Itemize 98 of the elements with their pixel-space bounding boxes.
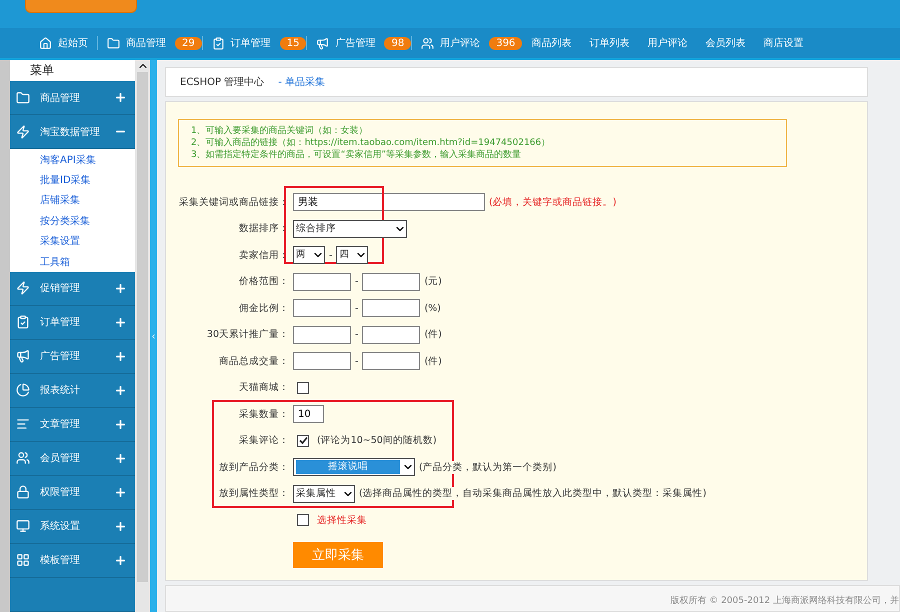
field-hint: (产品分类，默认为第一个类别)	[419, 460, 556, 474]
field-label: 30天累计推广量：	[206, 328, 289, 342]
menu-icon	[16, 281, 30, 296]
menu-item[interactable]: 权限管理	[10, 476, 135, 510]
range-min-field[interactable]	[293, 326, 351, 344]
menu-icon	[16, 485, 30, 500]
nav-link[interactable]: 商品管理	[98, 36, 175, 50]
field-hint: (选择商品属性的类型，自动采集商品属性放入此类型中，默认类型：采集属性)	[359, 487, 706, 500]
nav-link[interactable]: 广告管理	[307, 36, 384, 50]
submenu-link[interactable]: 店铺采集	[10, 190, 135, 211]
menu-item[interactable]: 广告管理	[10, 340, 135, 374]
field-label: 天猫商城：	[238, 381, 289, 394]
field-hint: (必填，关键字或商品链接。)	[489, 196, 616, 209]
field-label: 采集数量：	[238, 408, 289, 421]
menu-item[interactable]: 促销管理	[10, 272, 135, 306]
menu-item[interactable]: 报表统计	[10, 374, 135, 408]
field-label: 采集关键词或商品链接：	[178, 196, 289, 209]
menu-item[interactable]: 文章管理	[10, 408, 135, 442]
range-max-field[interactable]	[362, 352, 420, 370]
field-hint: (评论为10~50间的随机数)	[317, 434, 437, 448]
count-badge: 15	[280, 36, 306, 50]
field-label: 卖家信用：	[238, 248, 289, 262]
menu-item[interactable]: 淘宝数据管理	[10, 115, 135, 150]
copyright-text: 版权所有 © 2005-2012 上海商派网络科技有限公司，并	[670, 594, 899, 607]
checkbox[interactable]	[297, 382, 309, 394]
range-min-field[interactable]	[293, 352, 351, 370]
range-max-field[interactable]	[362, 272, 420, 291]
dropdown[interactable]: 四	[336, 246, 368, 264]
field-label: 价格范围：	[238, 275, 289, 288]
field-label: 放到产品分类：	[218, 460, 289, 474]
range-max-field[interactable]	[362, 326, 420, 344]
menu-item[interactable]: 商品管理	[10, 81, 135, 116]
nav-link[interactable]: 用户评论	[412, 36, 490, 50]
menu-icon	[16, 553, 30, 568]
menu-item[interactable]: 系统设置	[10, 510, 135, 544]
nav-icon	[107, 36, 120, 50]
dropdown[interactable]: 综合排序	[293, 220, 407, 238]
range-min-field[interactable]	[293, 299, 351, 318]
submenu-link[interactable]: 按分类采集	[10, 210, 135, 232]
submenu-link[interactable]: 采集设置	[10, 231, 135, 252]
count-badge: 396	[489, 36, 522, 50]
field-label: 商品总成交量：	[218, 354, 289, 368]
unit-label: (件)	[424, 354, 442, 368]
nav-icon	[316, 36, 330, 50]
dropdown[interactable]: 摇滚说唱	[293, 458, 415, 476]
tip-line: 2、可输入商品的链接（如：https://item.taobao.com/item.htm?id=19474502166）	[191, 137, 552, 149]
nav-icon	[421, 36, 434, 50]
field-label: 采集评论：	[238, 434, 289, 448]
dropdown[interactable]: 采集属性	[293, 484, 355, 503]
field-label: 放到属性类型：	[218, 487, 289, 500]
scrollbar-thumb[interactable]	[137, 72, 148, 582]
checkbox-label: 选择性采集	[317, 514, 367, 527]
nav-icon	[212, 36, 225, 50]
nav-link[interactable]: 用户评论	[638, 36, 696, 50]
menu-icon	[16, 383, 30, 398]
menu-item[interactable]: 订单管理	[10, 306, 135, 340]
breadcrumb-link[interactable]: - 单品采集	[278, 75, 326, 89]
checkbox[interactable]	[297, 434, 309, 447]
collect-button[interactable]: 立即采集	[293, 542, 383, 568]
tip-line: 3、如需指定特定条件的商品，可设置“卖家信用”等采集参数，输入采集商品的数量	[191, 149, 522, 161]
menu-icon	[16, 124, 30, 139]
menu-title: 菜单	[29, 62, 55, 80]
nav-link[interactable]: 会员列表	[696, 36, 754, 50]
unit-label: (%)	[424, 302, 441, 314]
number-field[interactable]: 10	[293, 405, 324, 424]
breadcrumb-home: ECSHOP 管理中心	[180, 76, 264, 89]
menu-icon	[16, 349, 30, 364]
nav-link[interactable]: 商店设置	[754, 36, 812, 50]
menu-icon	[16, 451, 30, 466]
submenu-link[interactable]: 淘客API采集	[10, 149, 135, 170]
field-label: 数据排序：	[238, 222, 289, 236]
collapse-icon	[150, 332, 157, 340]
field-label: 佣金比例：	[238, 302, 289, 315]
menu-item[interactable]: 模板管理	[10, 544, 135, 578]
menu-icon	[16, 417, 30, 432]
range-max-field[interactable]	[362, 299, 420, 318]
unit-label: (元)	[424, 275, 442, 288]
text-field[interactable]: 男装	[293, 193, 485, 212]
dropdown[interactable]: 两	[293, 246, 325, 264]
nav-link[interactable]: 商品列表	[522, 36, 580, 50]
range-min-field[interactable]	[293, 272, 351, 291]
unit-label: (件)	[424, 328, 442, 342]
tip-line: 1、可输入要采集的商品关键词（如：女装）	[191, 125, 369, 137]
collapse-handle[interactable]	[150, 60, 157, 612]
nav-icon	[39, 36, 52, 50]
count-badge: 98	[384, 36, 412, 50]
count-badge: 29	[175, 36, 202, 50]
menu-icon	[16, 90, 30, 105]
nav-link[interactable]: 订单列表	[580, 36, 638, 50]
submenu-link[interactable]: 工具箱	[10, 252, 135, 272]
nav-link[interactable]: 订单管理	[202, 36, 280, 50]
menu-icon	[16, 519, 30, 534]
submenu-link[interactable]: 批量ID采集	[10, 170, 135, 190]
checkbox[interactable]	[297, 514, 309, 526]
menu-item[interactable]: 会员管理	[10, 442, 135, 476]
nav-link[interactable]: 起始页	[30, 36, 97, 50]
checkmark-icon	[298, 436, 308, 446]
menu-icon	[16, 315, 30, 330]
